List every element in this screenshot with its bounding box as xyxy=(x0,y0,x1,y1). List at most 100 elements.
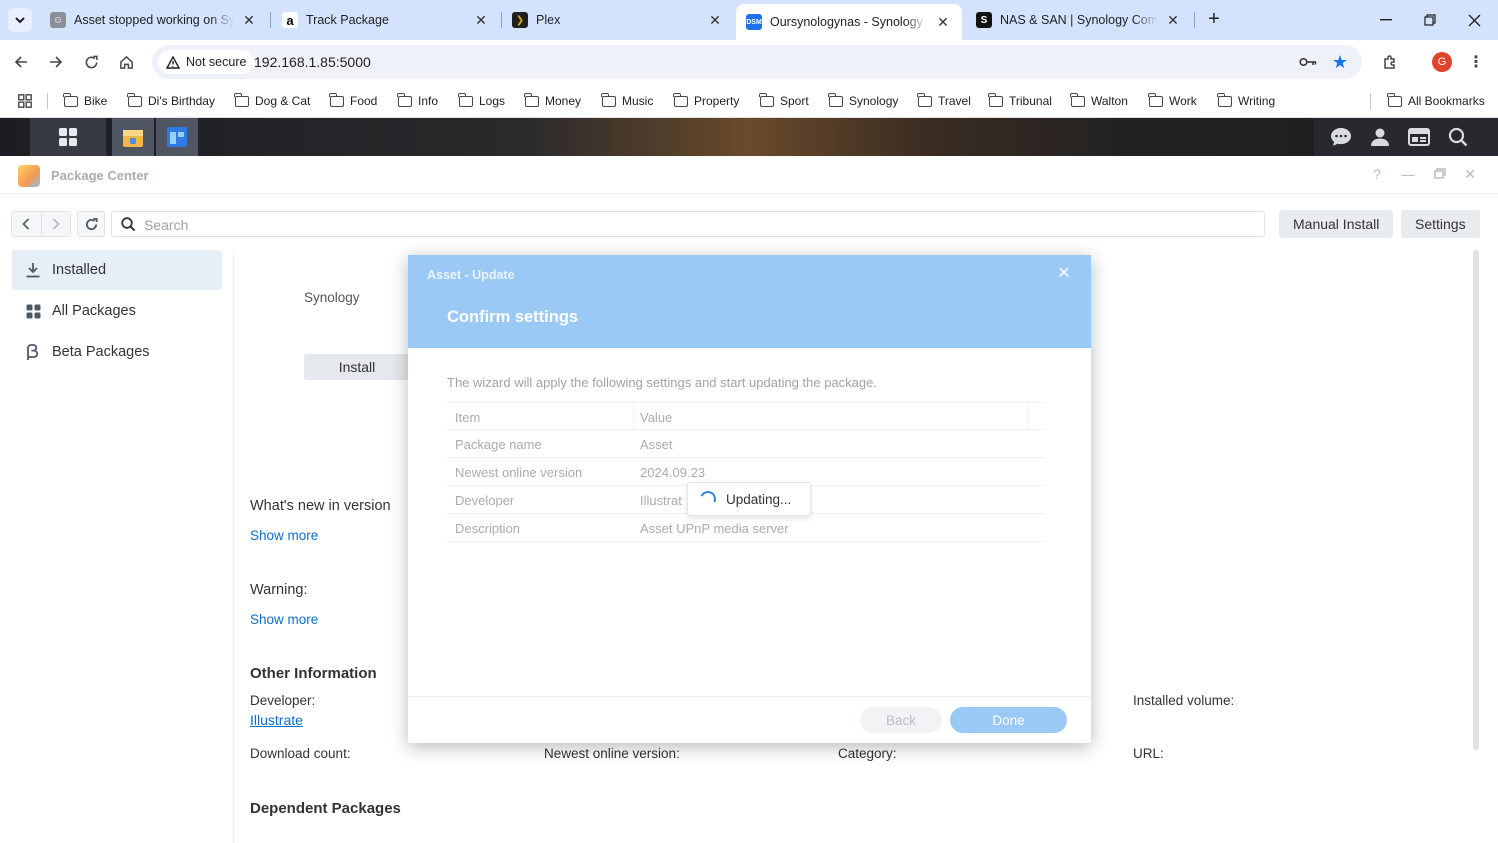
home-button[interactable] xyxy=(114,50,138,74)
done-button[interactable]: Done xyxy=(950,707,1067,733)
package-center-task-button[interactable] xyxy=(112,118,154,156)
widgets-icon[interactable] xyxy=(1407,125,1431,149)
nav-back-chevron-icon[interactable] xyxy=(12,212,42,236)
browser-tab-active[interactable]: DSM Oursynologynas - Synology Dis ✕ xyxy=(736,4,962,40)
help-icon[interactable]: ? xyxy=(1368,166,1386,184)
bookmark-folder[interactable]: Work xyxy=(1148,91,1197,111)
bookmark-folder[interactable]: Logs xyxy=(458,91,505,111)
column-divider xyxy=(1028,403,1029,431)
browser-menu-icon[interactable]: ⋮ xyxy=(1464,50,1488,74)
app-task-button[interactable] xyxy=(156,118,198,156)
profile-avatar[interactable]: G xyxy=(1432,52,1452,72)
address-bar[interactable]: Not secure 192.168.1.85:5000 ★ xyxy=(152,45,1362,79)
restore-window-button[interactable] xyxy=(1408,0,1452,40)
bookmark-folder[interactable]: Tribunal xyxy=(988,91,1052,111)
package-center-sidebar: Installed All Packages Beta Packages xyxy=(0,250,234,843)
bookmark-folder[interactable]: Music xyxy=(601,91,653,111)
password-key-icon[interactable] xyxy=(1298,52,1318,72)
developer-link[interactable]: Illustrate xyxy=(250,712,303,728)
sidebar-item-label: All Packages xyxy=(52,303,136,319)
close-tab-icon[interactable]: ✕ xyxy=(240,12,258,29)
bookmark-folder[interactable]: Money xyxy=(524,91,581,111)
refresh-button[interactable] xyxy=(77,211,105,237)
browser-tab[interactable]: S NAS & SAN | Synology Commu ✕ xyxy=(966,4,1192,36)
bookmark-label: Writing xyxy=(1238,94,1276,108)
bookmark-folder[interactable]: Synology xyxy=(828,91,899,111)
minimize-icon[interactable]: — xyxy=(1399,166,1417,184)
close-tab-icon[interactable]: ✕ xyxy=(1164,12,1182,29)
close-icon[interactable]: ✕ xyxy=(1055,265,1073,283)
download-icon xyxy=(24,262,42,278)
bookmark-folder[interactable]: Di's Birthday xyxy=(127,91,215,111)
back-button[interactable]: Back xyxy=(860,707,942,733)
bookmark-separator xyxy=(1370,93,1371,109)
bookmark-folder[interactable]: Property xyxy=(673,91,739,111)
forward-button[interactable] xyxy=(44,50,68,74)
tab-title: Asset stopped working on Sync xyxy=(74,13,234,27)
loading-spinner-icon xyxy=(697,488,719,510)
sidebar-item-installed[interactable]: Installed xyxy=(12,250,222,290)
settings-button[interactable]: Settings xyxy=(1401,210,1480,238)
back-button[interactable] xyxy=(9,50,33,74)
search-icon[interactable] xyxy=(1446,125,1470,149)
bookmark-label: Dog & Cat xyxy=(255,94,311,108)
asset-update-dialog: Asset - Update ✕ Confirm settings The wi… xyxy=(408,255,1091,743)
bookmark-folder[interactable]: Dog & Cat xyxy=(234,91,311,111)
chat-bubble-icon[interactable] xyxy=(1329,125,1353,149)
all-bookmarks-button[interactable]: All Bookmarks xyxy=(1387,91,1485,111)
tab-search-button[interactable] xyxy=(8,8,32,32)
new-tab-button[interactable]: + xyxy=(1202,8,1226,32)
developer-label: Developer: xyxy=(250,693,316,708)
nav-forward-chevron-icon[interactable] xyxy=(42,212,71,236)
bookmark-label: All Bookmarks xyxy=(1408,94,1485,108)
folder-icon xyxy=(1070,92,1085,107)
close-window-button[interactable] xyxy=(1452,0,1496,40)
url-text[interactable]: 192.168.1.85:5000 xyxy=(254,54,371,70)
table-row: Description Asset UPnP media server xyxy=(447,514,1045,542)
maximize-icon[interactable] xyxy=(1431,166,1449,184)
bookmark-folder[interactable]: Food xyxy=(329,91,377,111)
plex-favicon-icon: ❯ xyxy=(512,12,528,28)
apps-icon[interactable] xyxy=(18,91,32,111)
search-input[interactable] xyxy=(144,215,1244,235)
bookmark-folder[interactable]: Bike xyxy=(63,91,107,111)
browser-tab[interactable]: a Track Package ✕ xyxy=(272,4,500,36)
close-tab-icon[interactable]: ✕ xyxy=(706,12,724,29)
package-center-toolbar: Manual Install Settings xyxy=(0,194,1498,250)
close-tab-icon[interactable]: ✕ xyxy=(472,12,490,29)
tab-title: Track Package xyxy=(306,13,389,27)
folder-icon xyxy=(458,92,473,107)
extensions-icon[interactable] xyxy=(1378,50,1402,74)
dependent-packages-heading: Dependent Packages xyxy=(250,800,401,817)
show-more-link[interactable]: Show more xyxy=(250,612,318,627)
bookmark-folder[interactable]: Sport xyxy=(759,91,809,111)
sidebar-item-all-packages[interactable]: All Packages xyxy=(12,291,222,331)
manual-install-button[interactable]: Manual Install xyxy=(1279,210,1394,238)
bookmark-folder[interactable]: Travel xyxy=(917,91,971,111)
dsm-main-menu-button[interactable] xyxy=(30,118,106,156)
bookmark-star-icon[interactable]: ★ xyxy=(1330,52,1350,72)
bookmark-folder[interactable]: Walton xyxy=(1070,91,1128,111)
arrow-left-icon xyxy=(14,56,27,68)
browser-toolbar: Not secure 192.168.1.85:5000 ★ G ⋮ xyxy=(0,40,1498,84)
user-icon[interactable] xyxy=(1368,125,1392,149)
close-icon[interactable]: ✕ xyxy=(1461,166,1479,184)
row-value: 2024.09.23 xyxy=(640,465,706,480)
security-chip[interactable]: Not secure xyxy=(158,50,255,74)
package-center-icon xyxy=(123,130,143,147)
close-tab-icon[interactable]: ✕ xyxy=(934,14,952,31)
install-button[interactable]: Install xyxy=(304,354,410,380)
show-more-link[interactable]: Show more xyxy=(250,528,318,543)
bookmark-folder[interactable]: Writing xyxy=(1217,91,1276,111)
row-item: Description xyxy=(455,521,521,536)
minimize-window-button[interactable] xyxy=(1364,0,1408,40)
browser-tab[interactable]: ❯ Plex ✕ xyxy=(502,4,734,36)
browser-tab[interactable]: ☺ Asset stopped working on Sync ✕ xyxy=(40,4,268,36)
updating-toast: Updating... xyxy=(687,482,811,516)
bookmark-folder[interactable]: Info xyxy=(397,91,438,111)
sidebar-item-beta-packages[interactable]: Beta Packages xyxy=(12,332,222,372)
bookmark-label: Synology xyxy=(849,94,899,108)
detail-scrollbar[interactable] xyxy=(1473,250,1479,750)
reload-button[interactable] xyxy=(79,50,103,74)
minimize-icon xyxy=(1380,19,1392,21)
